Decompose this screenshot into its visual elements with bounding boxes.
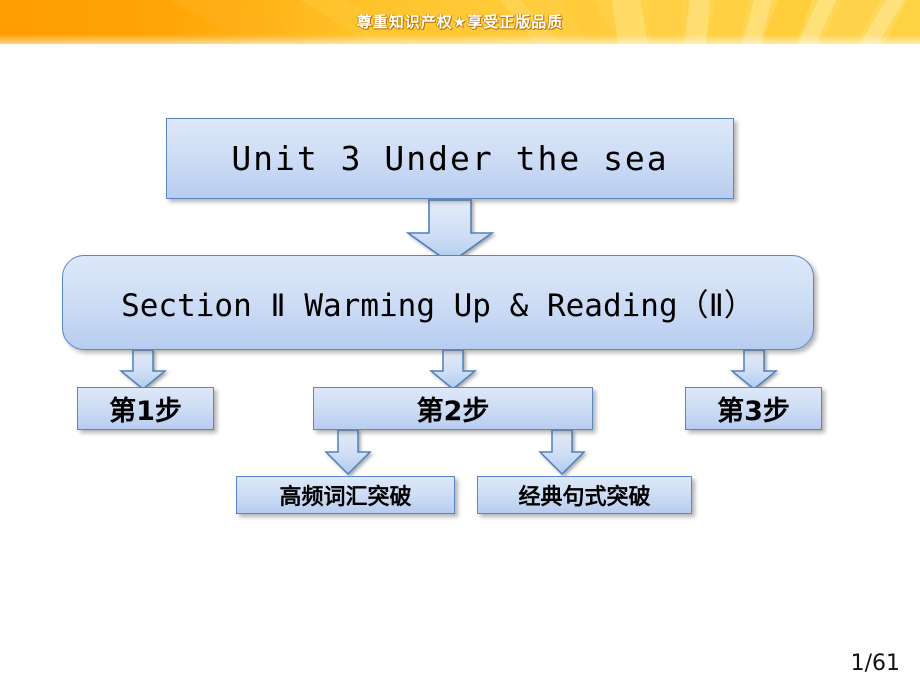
arrow-section-to-step3 (729, 349, 779, 390)
page-number-indicator: 1/61 (850, 651, 900, 676)
arrow-section-to-step1 (118, 349, 168, 390)
node-unit-title[interactable]: Unit 3 Under the sea (166, 118, 734, 199)
node-classic-sentence-patterns[interactable]: 经典句式突破 (477, 476, 692, 514)
node-step-2[interactable]: 第2步 (313, 387, 593, 430)
banner-text: 尊重知识产权★享受正版品质 (356, 13, 564, 31)
header-banner: 尊重知识产权★享受正版品质 (0, 0, 920, 44)
arrow-unit-to-section (405, 199, 495, 264)
node-high-frequency-vocabulary[interactable]: 高频词汇突破 (236, 476, 455, 514)
flowchart-diagram: Unit 3 Under the sea Section Ⅱ Warming U… (0, 44, 920, 644)
node-step-1[interactable]: 第1步 (77, 387, 214, 430)
arrow-step2-to-leaf1 (324, 429, 372, 476)
node-section-title[interactable]: Section Ⅱ Warming Up & Reading（Ⅱ） (62, 255, 814, 350)
arrow-step2-to-leaf2 (538, 429, 586, 476)
node-step-3[interactable]: 第3步 (685, 387, 822, 430)
arrow-section-to-step2 (428, 349, 478, 390)
